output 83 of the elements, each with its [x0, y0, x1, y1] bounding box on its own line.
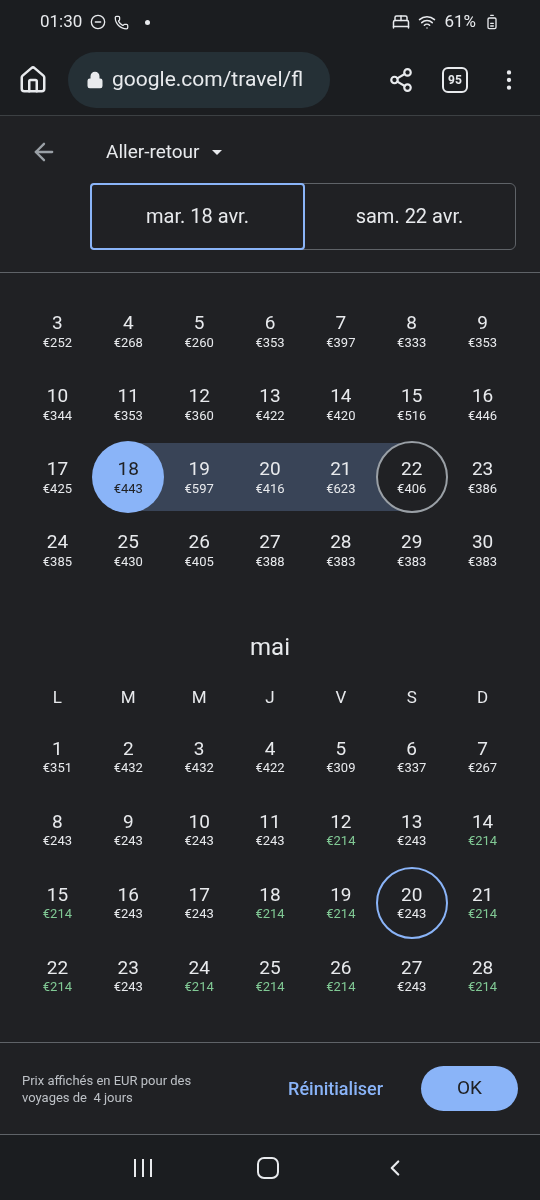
phone-icon — [114, 14, 130, 30]
tab-count[interactable]: 95 — [442, 66, 468, 93]
calendar-day[interactable]: 4 €422 — [234, 720, 306, 793]
calendar-day[interactable]: 21 €623 — [305, 440, 377, 514]
calendar-day[interactable]: 22 €406 — [376, 440, 448, 514]
calendar-day[interactable]: 5 €260 — [163, 294, 235, 368]
do-not-disturb-icon — [90, 14, 107, 30]
caret-icon — [211, 149, 222, 155]
calendar-day[interactable]: 4 €268 — [92, 294, 164, 368]
price-note: Prix affichés en EUR pour des voyages de 4 jours — [22, 1071, 192, 1106]
calendar-day[interactable]: 24 €385 — [22, 513, 93, 587]
weekday-label: L — [51, 685, 63, 709]
calendar-day[interactable]: 14 €214 — [447, 793, 518, 866]
weekday-label: J — [264, 685, 276, 709]
calendar-day[interactable]: 7 €267 — [447, 720, 518, 793]
calendar-day[interactable]: 27 €388 — [234, 513, 306, 587]
calendar-day[interactable]: 17 €425 — [22, 440, 93, 514]
calendar-day[interactable]: 14 €420 — [305, 367, 377, 441]
calendar-day[interactable]: 25 €214 — [234, 939, 306, 1012]
calendar-day[interactable]: 21 €214 — [447, 866, 518, 939]
calendar-day[interactable]: 28 €383 — [305, 513, 377, 587]
calendar-day[interactable]: 1 €351 — [22, 720, 93, 793]
recent-apps-icon[interactable] — [131, 1156, 154, 1179]
calendar-day[interactable]: 16 €446 — [447, 367, 518, 441]
calendar-day[interactable]: 24 €214 — [163, 939, 235, 1012]
calendar-day[interactable]: 12 €214 — [305, 793, 377, 866]
calendar-day[interactable]: 23 €243 — [92, 939, 164, 1012]
share-icon[interactable] — [388, 66, 414, 93]
calendar-day[interactable]: 25 €430 — [92, 513, 164, 587]
calendar-day[interactable]: 20 €243 — [376, 866, 448, 939]
home-button-icon[interactable] — [257, 1156, 279, 1179]
home-icon[interactable] — [18, 64, 48, 95]
weekday-label: M — [190, 685, 208, 709]
calendar-day[interactable]: 15 €214 — [22, 866, 93, 939]
calendar-day[interactable]: 3 €432 — [163, 720, 235, 793]
calendar-day[interactable]: 30 €383 — [447, 513, 518, 587]
bed-icon — [392, 13, 411, 31]
address-bar[interactable]: google.com/travel/fl — [68, 51, 330, 108]
calendar-day[interactable]: 26 €214 — [305, 939, 377, 1012]
calendar-day[interactable]: 26 €405 — [163, 513, 235, 587]
calendar-day[interactable]: 9 €353 — [447, 294, 518, 368]
wifi-icon — [418, 13, 437, 31]
ok-button[interactable]: OK — [421, 1066, 518, 1111]
battery-icon — [484, 14, 500, 30]
calendar-day[interactable]: 23 €386 — [447, 440, 518, 514]
calendar-day[interactable]: 5 €309 — [305, 720, 377, 793]
calendar-day[interactable]: 7 €397 — [305, 294, 377, 368]
lock-icon — [86, 70, 104, 89]
calendar-day[interactable]: 17 €243 — [163, 866, 235, 939]
calendar-day[interactable]: 20 €416 — [234, 440, 306, 514]
reset-button[interactable]: Réinitialiser — [280, 1075, 391, 1102]
calendar-day[interactable]: 13 €422 — [234, 367, 306, 441]
calendar-day[interactable]: 15 €516 — [376, 367, 448, 441]
calendar-day[interactable]: 28 €214 — [447, 939, 518, 1012]
calendar-day[interactable]: 18 €214 — [234, 866, 306, 939]
calendar-day[interactable]: 10 €344 — [22, 367, 93, 441]
calendar-day[interactable]: 16 €243 — [92, 866, 164, 939]
calendar-day[interactable]: 6 €353 — [234, 294, 306, 368]
battery-level: 61% — [444, 10, 476, 34]
weekday-label: D — [476, 685, 490, 709]
weekday-label: S — [405, 685, 418, 709]
calendar-day[interactable]: 8 €243 — [22, 793, 93, 866]
calendar-day[interactable]: 11 €353 — [92, 367, 164, 441]
calendar-day[interactable]: 6 €337 — [376, 720, 448, 793]
calendar-day[interactable]: 29 €383 — [376, 513, 448, 587]
calendar-day[interactable]: 27 €243 — [376, 939, 448, 1012]
calendar-day[interactable]: 12 €360 — [163, 367, 235, 441]
calendar-day[interactable]: 13 €243 — [376, 793, 448, 866]
calendar-day[interactable]: 8 €333 — [376, 294, 448, 368]
calendar-day[interactable]: 9 €243 — [92, 793, 164, 866]
calendar-day[interactable]: 3 €252 — [22, 294, 93, 368]
status-time: 01:30 — [40, 10, 83, 34]
calendar-day[interactable]: 22 €214 — [22, 939, 93, 1012]
calendar-day[interactable]: 19 €214 — [305, 866, 377, 939]
month-title: mai — [249, 631, 291, 663]
calendar-day[interactable]: 11 €243 — [234, 793, 306, 866]
calendar-day[interactable]: 2 €432 — [92, 720, 164, 793]
weekday-label: M — [119, 685, 137, 709]
calendar-day[interactable]: 19 €597 — [163, 440, 235, 514]
trip-type-dropdown[interactable]: Aller-retour — [106, 138, 222, 167]
calendar-day[interactable]: 18 €443 — [92, 440, 164, 514]
calendar-day[interactable]: 10 €243 — [163, 793, 235, 866]
weekday-label: V — [334, 685, 348, 709]
